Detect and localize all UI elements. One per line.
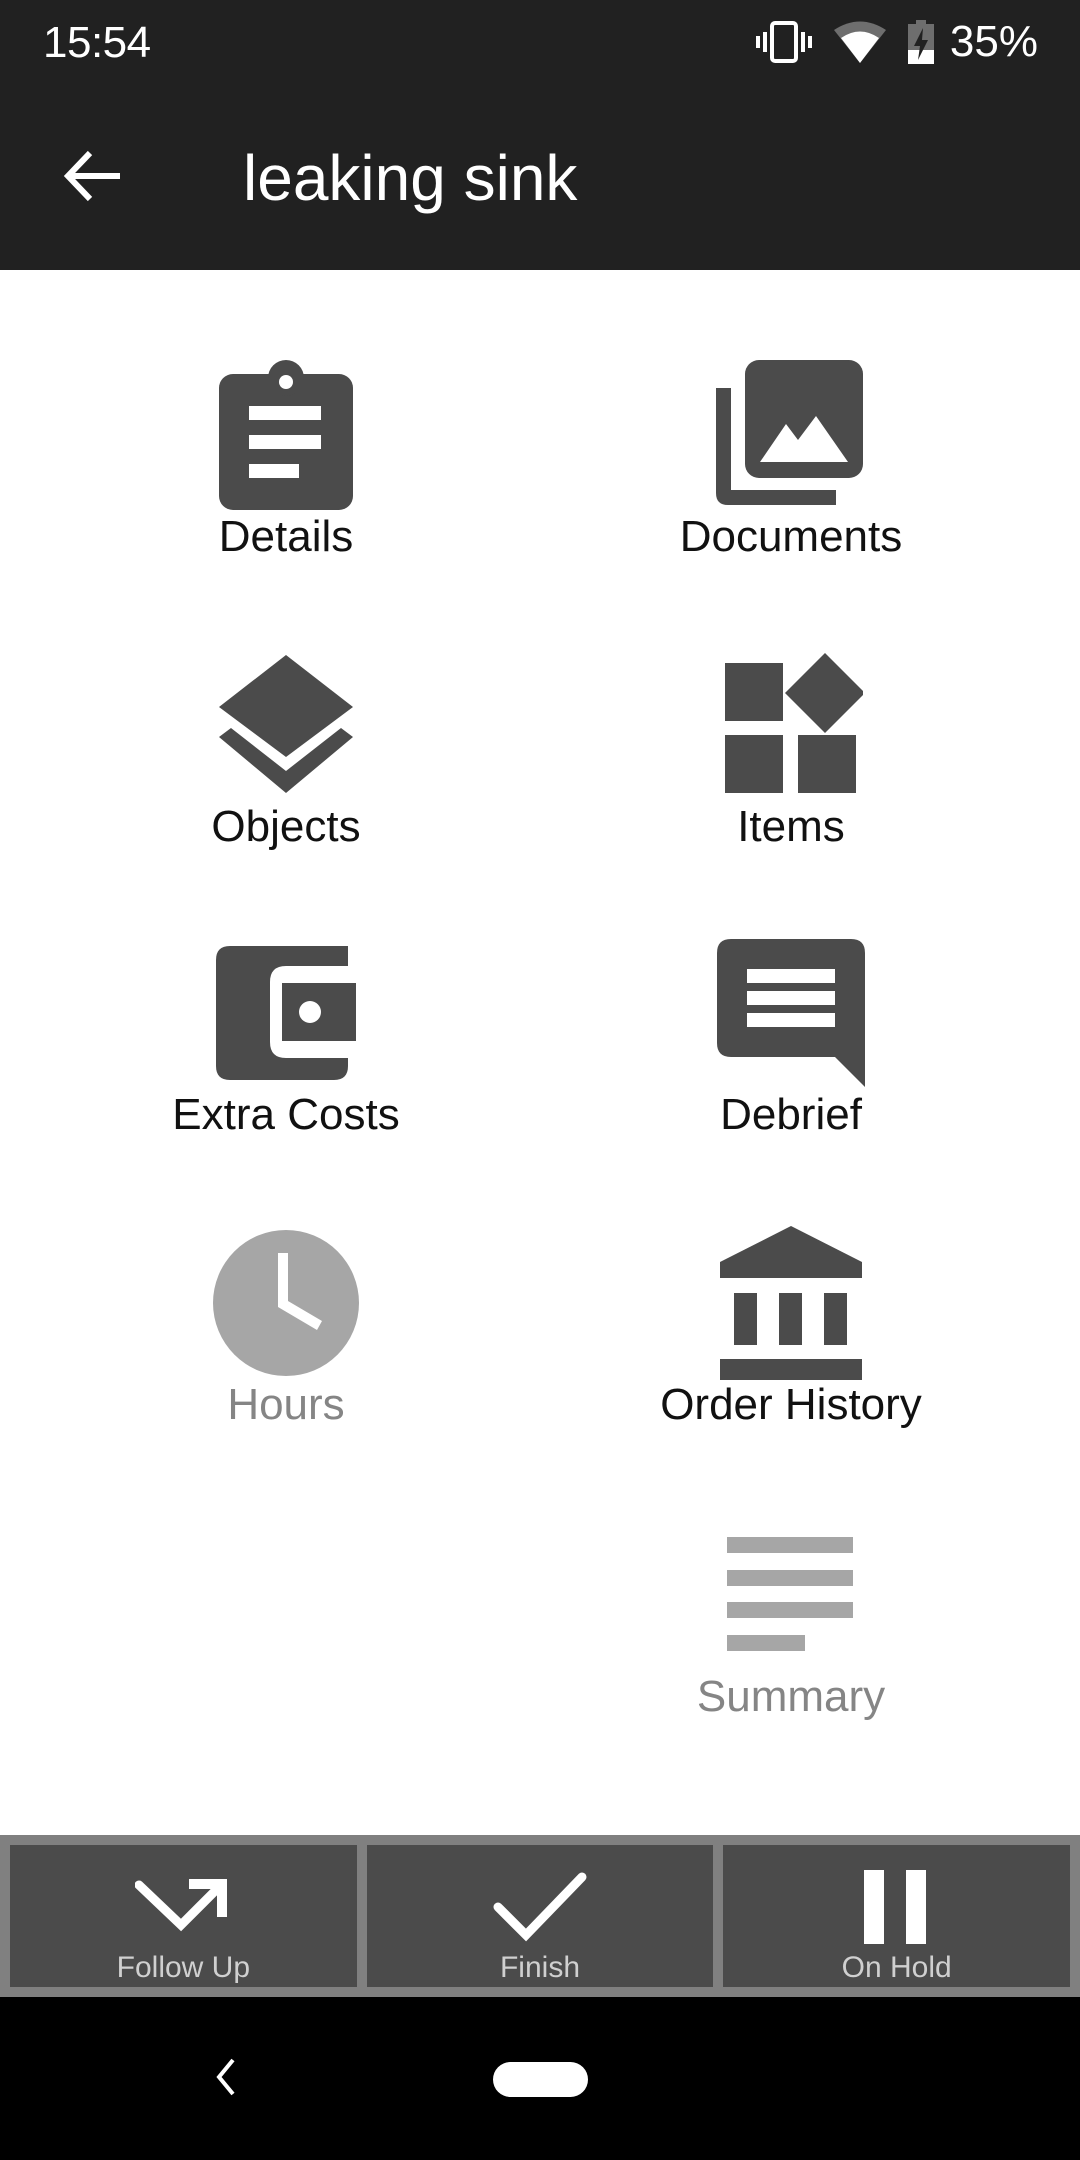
menu-grid: Details Documents Objects Items Extra Co… [0,270,1080,1835]
action-label: Follow Up [116,1951,251,1984]
tile-label: Hours [227,1380,345,1429]
tile-label: Order History [660,1380,922,1429]
widgets-icon [716,650,866,800]
status-time: 15:54 [43,18,151,67]
photo-library-icon [716,360,866,510]
tile-label: Debrief [720,1090,862,1139]
wifi-icon [833,21,886,63]
system-home-button[interactable] [493,2062,588,2097]
arrow-left-icon [62,149,122,208]
tile-documents[interactable]: Documents [591,360,991,590]
tile-label: Items [737,802,845,851]
status-bar: 15:54 35% [0,0,1080,84]
chat-bubble-icon [716,938,866,1088]
tile-label: Objects [211,802,361,851]
clock-icon [211,1228,361,1378]
chevron-left-icon [213,2058,237,2101]
tile-items[interactable]: Items [591,650,991,880]
system-back-button[interactable] [200,2049,250,2109]
clipboard-icon [211,360,361,510]
tile-extra-costs[interactable]: Extra Costs [86,938,486,1168]
tile-label: Documents [679,512,903,561]
action-label: On Hold [841,1951,952,1984]
bank-icon [716,1226,866,1380]
tile-objects[interactable]: Objects [86,650,486,880]
tile-details[interactable]: Details [86,360,486,590]
back-button[interactable] [52,138,132,218]
tile-hours[interactable]: Hours [86,1228,486,1458]
tile-debrief[interactable]: Debrief [591,938,991,1168]
status-icons: 35% [755,14,1038,70]
checkmark-icon [492,1857,588,1957]
battery-charging-icon [907,20,934,64]
tile-order-history[interactable]: Order History [591,1226,991,1458]
tile-label: Details [218,512,354,561]
tile-label: Summary [696,1672,886,1721]
tile-summary[interactable]: Summary [591,1520,991,1750]
page-title: leaking sink [243,142,578,214]
layers-icon [211,650,361,800]
finish-button[interactable]: Finish [366,1845,714,1987]
app-bar: leaking sink [0,84,1080,270]
tile-label: Extra Costs [172,1090,400,1139]
battery-percent: 35% [949,17,1038,66]
action-label: Finish [499,1951,581,1984]
follow-up-arrow-icon [135,1857,231,1957]
wallet-icon [211,938,361,1088]
on-hold-button[interactable]: On Hold [723,1845,1071,1987]
vibrate-icon [755,20,812,64]
follow-up-button[interactable]: Follow Up [10,1845,357,1987]
notes-icon [716,1520,866,1670]
pause-icon [863,1857,930,1957]
action-bar: Follow Up Finish On Hold [0,1835,1080,1997]
system-nav-bar [0,1997,1080,2160]
